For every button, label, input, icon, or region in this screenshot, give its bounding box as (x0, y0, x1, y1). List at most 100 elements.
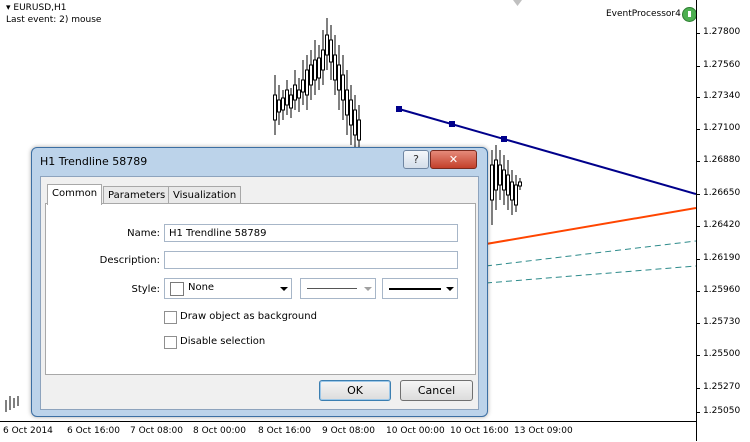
candle-body (357, 119, 361, 141)
price-tick (696, 291, 700, 292)
price-tick-label: 1.25730 (703, 317, 741, 327)
time-tick-label: 10 Oct 16:00 (450, 426, 509, 436)
close-button[interactable]: ✕ (430, 150, 477, 169)
candle-body (514, 184, 518, 206)
candle-body (313, 59, 317, 81)
tab-common[interactable]: Common (47, 184, 103, 205)
candle-body (325, 34, 329, 56)
candle-body (502, 169, 506, 191)
price-tick-label: 1.25050 (703, 406, 741, 416)
dialog-titlebar[interactable]: H1 Trendline 58789 ? ✕ (32, 148, 487, 174)
price-tick (696, 388, 700, 389)
trendline-teal-upper (485, 240, 696, 267)
time-tick-label: 13 Oct 09:00 (514, 426, 573, 436)
symbol-label: EURUSD,H1 (13, 3, 67, 13)
price-tick (696, 194, 700, 195)
price-tick-label: 1.26880 (703, 155, 741, 165)
price-tick-label: 1.27800 (703, 27, 741, 37)
time-tick-label: 8 Oct 00:00 (193, 426, 246, 436)
time-tick-label: 8 Oct 16:00 (258, 426, 311, 436)
time-tick-label: 6 Oct 16:00 (67, 426, 120, 436)
color-swatch (170, 282, 184, 296)
candle-body (337, 64, 341, 91)
indicator-name: EventProcessor4 (606, 9, 681, 19)
common-tab-panel: Name: H1 Trendline 58789 Description: St… (45, 203, 476, 375)
trendline-teal-lower (485, 265, 696, 284)
candle-body (297, 89, 301, 99)
dialog-title: H1 Trendline 58789 (40, 155, 148, 168)
price-tick (696, 129, 700, 130)
candle-body (510, 181, 514, 201)
price-tick-label: 1.25500 (703, 349, 741, 359)
chevron-down-icon (280, 287, 288, 291)
price-tick (696, 33, 700, 34)
candle-body (289, 94, 293, 109)
candle-body (329, 39, 333, 63)
time-tick-label: 9 Oct 08:00 (322, 426, 375, 436)
dialog-body: Common Parameters Visualization Name: H1… (40, 176, 479, 410)
help-button[interactable]: ? (403, 150, 429, 169)
candle-body (353, 109, 357, 136)
candle-body (285, 89, 289, 106)
candle-body (281, 97, 285, 111)
price-tick-label: 1.26420 (703, 220, 741, 230)
style-label: Style: (131, 284, 161, 295)
candle-body (309, 64, 313, 86)
color-select[interactable]: None (164, 278, 292, 299)
candle-body (494, 159, 498, 191)
trendline-orange (485, 207, 696, 245)
price-tick-label: 1.27340 (703, 91, 741, 101)
candle-body (321, 49, 325, 71)
candle-body (490, 164, 494, 201)
price-tick-label: 1.26190 (703, 253, 741, 263)
candle-body (341, 74, 345, 101)
name-field[interactable]: H1 Trendline 58789 (164, 224, 458, 242)
candle-body (273, 94, 277, 121)
tab-visualization[interactable]: Visualization (168, 186, 242, 204)
price-tick (696, 161, 700, 162)
trendline-anchor (396, 106, 402, 112)
line-width-select[interactable] (382, 278, 458, 299)
price-tick-label: 1.27560 (703, 60, 741, 70)
candle-body (317, 57, 321, 79)
ok-button[interactable]: OK (319, 380, 391, 401)
description-label: Description: (99, 255, 160, 266)
disable-selection-label[interactable]: Disable selection (180, 336, 265, 347)
candle-body (498, 164, 502, 186)
indicator-status-icon[interactable] (682, 7, 697, 22)
price-tick (696, 355, 700, 356)
price-tick-label: 1.25270 (703, 382, 741, 392)
trendline-properties-dialog: H1 Trendline 58789 ? ✕ Common Parameters… (31, 147, 488, 417)
last-event-label: Last event: 2) mouse (6, 15, 102, 25)
price-tick (696, 97, 700, 98)
description-field[interactable] (164, 251, 458, 269)
draw-background-label[interactable]: Draw object as background (180, 311, 317, 322)
candle-body (333, 54, 337, 81)
candle-body (349, 99, 353, 126)
trendline-anchor (501, 136, 507, 142)
price-tick (696, 259, 700, 260)
price-tick-label: 1.26650 (703, 188, 741, 198)
price-tick (696, 412, 700, 413)
scroll-marker (513, 0, 522, 6)
cancel-button[interactable]: Cancel (400, 380, 473, 401)
color-value: None (188, 282, 215, 293)
time-tick-label: 7 Oct 08:00 (130, 426, 183, 436)
time-tick-label: 6 Oct 2014 (3, 426, 53, 436)
candle-body (301, 79, 305, 93)
draw-background-checkbox[interactable] (164, 311, 177, 324)
trendline-anchor (449, 121, 455, 127)
candle-body (518, 181, 522, 187)
chart-symbol: ▾ EURUSD,H1 (6, 3, 67, 13)
disable-selection-checkbox[interactable] (164, 336, 177, 349)
chevron-down-icon (446, 287, 454, 291)
tab-parameters[interactable]: Parameters (103, 186, 171, 204)
chevron-down-icon (364, 287, 372, 291)
candle-body (506, 174, 510, 196)
time-tick-label: 10 Oct 00:00 (386, 426, 445, 436)
price-tick-label: 1.25960 (703, 285, 741, 295)
candle-body (293, 84, 297, 101)
name-label: Name: (127, 228, 160, 239)
candle-body (277, 99, 281, 113)
line-style-select[interactable] (300, 278, 376, 299)
